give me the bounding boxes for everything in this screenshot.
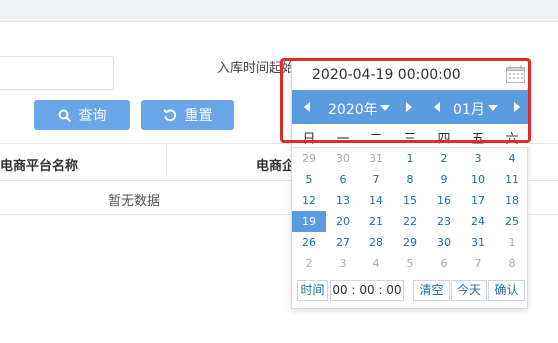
calendar-day[interactable]: 29 — [292, 148, 326, 169]
calendar-day[interactable]: 1 — [495, 232, 529, 253]
today-button[interactable]: 今天 — [451, 280, 487, 301]
reset-button-label: 重置 — [184, 108, 213, 124]
calendar-day[interactable]: 16 — [427, 190, 461, 211]
calendar-day[interactable]: 28 — [359, 232, 393, 253]
calendar-day[interactable]: 6 — [326, 169, 360, 190]
undo-icon — [162, 108, 177, 122]
calendar-day[interactable]: 12 — [292, 190, 326, 211]
reset-button[interactable]: 重置 — [141, 100, 234, 130]
empty-text: 暂无数据 — [108, 194, 161, 209]
time-input[interactable]: 00 : 00 : 00 — [330, 280, 404, 301]
calendar-day[interactable]: 13 — [326, 190, 360, 211]
calendar-day-selected[interactable]: 19 — [292, 211, 326, 232]
calendar-day[interactable]: 2 — [292, 253, 326, 274]
calendar-day[interactable]: 24 — [461, 211, 495, 232]
search-button[interactable]: 查询 — [34, 100, 130, 130]
calendar-day[interactable]: 15 — [393, 190, 427, 211]
calendar-day[interactable]: 7 — [359, 169, 393, 190]
confirm-button[interactable]: 确认 — [488, 280, 525, 301]
calendar-day[interactable]: 8 — [393, 169, 427, 190]
calendar-day[interactable]: 9 — [427, 169, 461, 190]
calendar-day[interactable]: 8 — [495, 253, 529, 274]
calendar-day[interactable]: 4 — [495, 148, 529, 169]
calendar-day[interactable]: 4 — [359, 253, 393, 274]
top-bar — [0, 0, 558, 22]
calendar-day[interactable]: 29 — [393, 232, 427, 253]
calendar-day[interactable]: 30 — [326, 148, 360, 169]
column-divider — [166, 144, 167, 181]
search-button-label: 查询 — [78, 108, 107, 124]
calendar-day[interactable]: 3 — [461, 148, 495, 169]
calendar-day[interactable]: 17 — [461, 190, 495, 211]
column-header-ecommerce-enterprise[interactable]: 电商企 — [256, 155, 295, 174]
calendar-day[interactable]: 3 — [326, 253, 360, 274]
time-label[interactable]: 时间 — [297, 280, 328, 301]
search-icon — [58, 109, 71, 122]
calendar-day[interactable]: 14 — [359, 190, 393, 211]
calendar-day[interactable]: 5 — [292, 169, 326, 190]
calendar-day[interactable]: 25 — [495, 211, 529, 232]
calendar-day[interactable]: 2 — [427, 148, 461, 169]
calendar-day[interactable]: 22 — [393, 211, 427, 232]
calendar-day[interactable]: 6 — [427, 253, 461, 274]
calendar-day[interactable]: 31 — [359, 148, 393, 169]
calendar-day[interactable]: 10 — [461, 169, 495, 190]
calendar-day[interactable]: 27 — [326, 232, 360, 253]
calendar-day[interactable]: 18 — [495, 190, 529, 211]
calendar-day[interactable]: 5 — [393, 253, 427, 274]
calendar-day[interactable]: 20 — [326, 211, 360, 232]
calendar-day[interactable]: 21 — [359, 211, 393, 232]
calendar-day[interactable]: 30 — [427, 232, 461, 253]
calendar-day[interactable]: 7 — [461, 253, 495, 274]
calendar-day[interactable]: 26 — [292, 232, 326, 253]
text-input[interactable] — [0, 56, 114, 90]
calendar-day[interactable]: 23 — [427, 211, 461, 232]
clear-button[interactable]: 清空 — [413, 280, 450, 301]
calendar-day[interactable]: 31 — [461, 232, 495, 253]
column-header-platform-name[interactable]: 电商平台名称 — [0, 155, 78, 174]
highlight-annotation — [280, 58, 531, 143]
calendar-day[interactable]: 1 — [393, 148, 427, 169]
calendar-day[interactable]: 11 — [495, 169, 529, 190]
